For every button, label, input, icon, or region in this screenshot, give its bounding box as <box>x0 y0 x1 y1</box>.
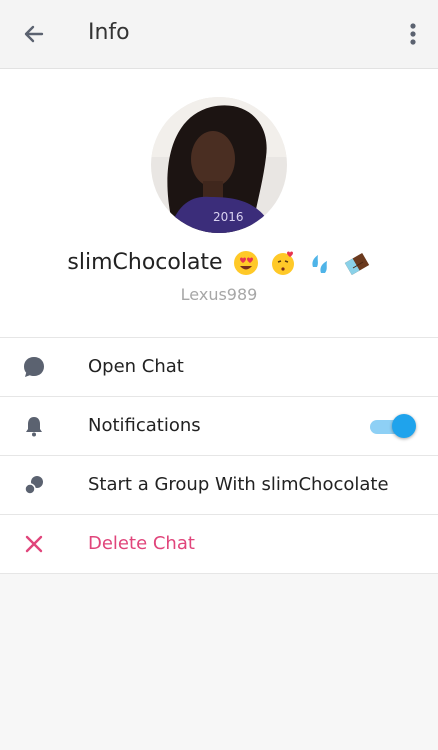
avatar[interactable]: 2016 <box>151 97 287 233</box>
group-icon <box>24 476 43 495</box>
page-title: Info <box>88 20 130 45</box>
bell-icon <box>26 417 42 437</box>
svg-text:2016: 2016 <box>213 210 244 224</box>
actions-list: Open Chat Notifications Start a Group Wi… <box>0 338 438 574</box>
more-vert-icon[interactable] <box>406 20 420 48</box>
open-chat-label: Open Chat <box>88 356 184 377</box>
profile-header: 2016 slimChocolate Lexus989 <box>0 69 438 338</box>
heart-eyes-emoji-icon <box>233 251 258 275</box>
start-group-label: Start a Group With slimChocolate <box>88 474 389 495</box>
display-name-row: slimChocolate <box>0 249 438 277</box>
close-icon <box>25 535 43 553</box>
chocolate-bar-emoji-icon <box>344 252 369 276</box>
sweat-droplets-emoji-icon <box>312 255 327 273</box>
notifications-item[interactable]: Notifications <box>0 397 438 456</box>
start-group-item[interactable]: Start a Group With slimChocolate <box>0 456 438 515</box>
username: Lexus989 <box>180 285 258 304</box>
kissing-heart-emoji-icon <box>271 251 294 275</box>
display-name: slimChocolate <box>67 250 223 275</box>
chat-bubble-icon <box>24 357 44 377</box>
app-bar: Info <box>0 0 438 69</box>
delete-chat-label: Delete Chat <box>88 533 195 554</box>
delete-chat-item[interactable]: Delete Chat <box>0 515 438 574</box>
notifications-label: Notifications <box>88 415 201 436</box>
back-arrow-icon[interactable] <box>20 20 48 48</box>
notifications-toggle[interactable] <box>370 413 416 439</box>
toggle-thumb <box>392 414 416 438</box>
open-chat-item[interactable]: Open Chat <box>0 338 438 397</box>
